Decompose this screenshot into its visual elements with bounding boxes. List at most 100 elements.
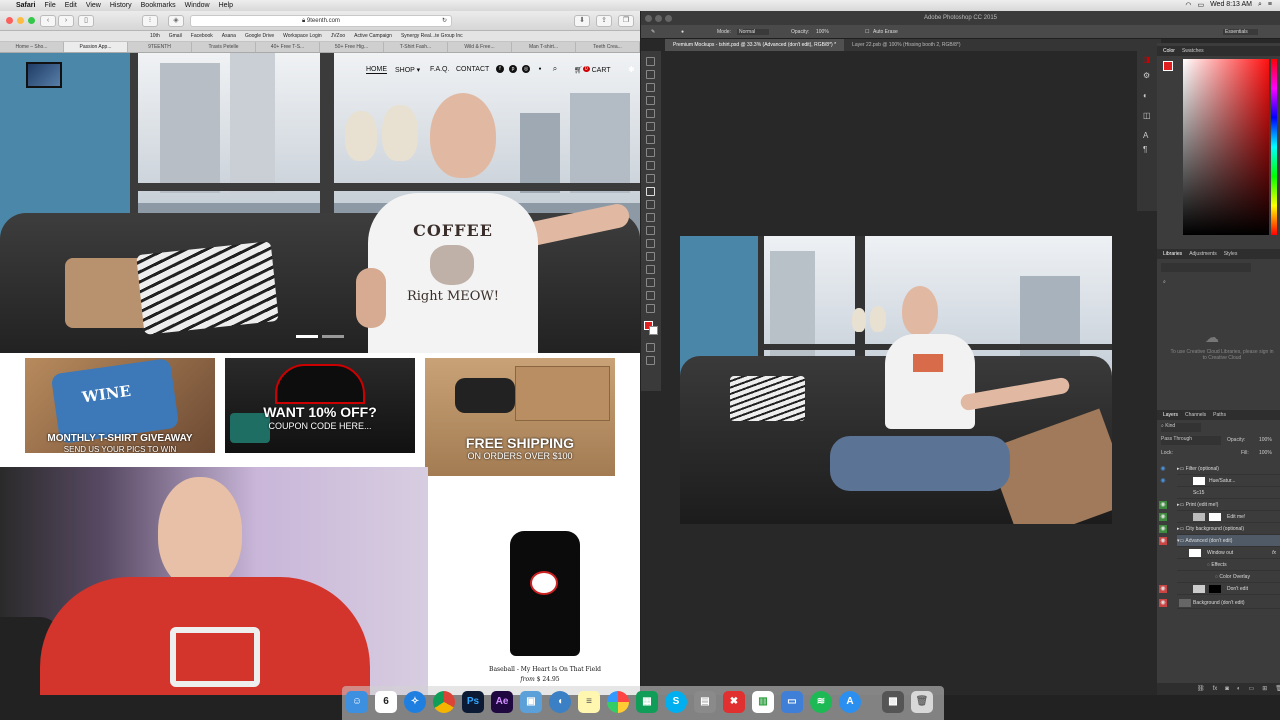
channels-icon[interactable]: ◫ bbox=[1143, 111, 1151, 120]
stamp-tool-icon[interactable] bbox=[646, 161, 655, 170]
opacity-value[interactable]: 100% bbox=[1259, 437, 1272, 443]
menu-bookmarks[interactable]: Bookmarks bbox=[141, 2, 176, 9]
eraser-tool-icon[interactable]: ✎ bbox=[651, 29, 655, 35]
menu-app[interactable]: Safari bbox=[16, 2, 35, 9]
xmind-icon[interactable]: ✖ bbox=[723, 691, 745, 713]
photoshop-icon[interactable]: Ps bbox=[462, 691, 484, 713]
safari-icon[interactable]: ✧ bbox=[404, 691, 426, 713]
zoom-tool-icon[interactable] bbox=[646, 304, 655, 313]
layer-row[interactable]: ◉ Background (don't edit) bbox=[1159, 597, 1280, 609]
shield-icon[interactable]: ◈ bbox=[168, 15, 184, 27]
calendar-icon[interactable]: 6 bbox=[375, 691, 397, 713]
checkbox-icon[interactable]: ☐ bbox=[865, 29, 869, 35]
favorite-link[interactable]: 10th bbox=[150, 33, 160, 39]
mask-icon[interactable]: ◙ bbox=[1225, 683, 1229, 695]
search-icon[interactable]: ⌕ bbox=[551, 65, 559, 73]
layer-row[interactable]: ◉ Don't edit bbox=[1159, 583, 1280, 595]
menu-help[interactable]: Help bbox=[219, 2, 233, 9]
workspace-select[interactable]: Essentials bbox=[1223, 29, 1258, 35]
spotify-icon[interactable]: ≋ bbox=[810, 691, 832, 713]
character-icon[interactable]: A bbox=[1143, 131, 1148, 140]
marquee-tool-icon[interactable] bbox=[646, 70, 655, 79]
after-effects-icon[interactable]: Ae bbox=[491, 691, 513, 713]
move-tool-icon[interactable] bbox=[646, 57, 655, 66]
forward-icon[interactable]: › bbox=[58, 15, 74, 27]
clock[interactable]: Wed 8:13 AM bbox=[1210, 1, 1252, 9]
menu-window[interactable]: Window bbox=[185, 2, 210, 9]
crop-tool-icon[interactable] bbox=[646, 109, 655, 118]
address-bar[interactable]: 🔒︎ 9teenth.com ↻ bbox=[190, 15, 452, 27]
eye-icon[interactable]: ◉ bbox=[1159, 537, 1167, 545]
favorite-link[interactable]: Gmail bbox=[169, 33, 182, 39]
favorite-link[interactable]: Facebook bbox=[191, 33, 213, 39]
eye-icon[interactable]: ◉ bbox=[1159, 501, 1167, 509]
eye-icon[interactable]: ◉ bbox=[1159, 585, 1167, 593]
path-select-tool-icon[interactable] bbox=[646, 265, 655, 274]
new-layer-icon[interactable]: ⊞ bbox=[1262, 683, 1267, 695]
zoom-button[interactable] bbox=[665, 15, 672, 22]
screen-mode-icon[interactable] bbox=[646, 356, 655, 365]
eye-icon[interactable]: ◉ bbox=[1159, 525, 1167, 533]
facebook-icon[interactable]: f bbox=[496, 65, 504, 73]
favorite-link[interactable]: Active Campaign bbox=[354, 33, 392, 39]
extensions-icon[interactable]: ⁝ bbox=[142, 15, 158, 27]
wifi-icon[interactable]: ◠ bbox=[1185, 1, 1191, 9]
browser-tab[interactable]: Home – Sho... bbox=[0, 42, 64, 52]
minimize-button[interactable] bbox=[655, 15, 662, 22]
minimize-button[interactable] bbox=[17, 17, 24, 24]
scripts-icon[interactable]: ▤ bbox=[694, 691, 716, 713]
browser-tab[interactable]: Travis Petelle bbox=[192, 42, 256, 52]
promo-shipping[interactable]: FREE SHIPPING ON ORDERS OVER $100 bbox=[425, 358, 615, 478]
promo-giveaway[interactable]: WINE MONTHLY T-SHIRT GIVEAWAY SEND US YO… bbox=[25, 358, 215, 453]
tank-top-image[interactable] bbox=[510, 531, 580, 656]
tab-adjustments[interactable]: Adjustments bbox=[1189, 249, 1217, 259]
photos-icon[interactable] bbox=[607, 691, 629, 713]
trash-icon[interactable]: 🗑︎ bbox=[911, 691, 933, 713]
tab-channels[interactable]: Channels bbox=[1185, 410, 1206, 420]
blur-tool-icon[interactable] bbox=[646, 213, 655, 222]
healing-tool-icon[interactable] bbox=[646, 135, 655, 144]
color-field[interactable] bbox=[1183, 59, 1269, 235]
chrome-icon[interactable] bbox=[433, 691, 455, 713]
fx-badge[interactable]: fx bbox=[1272, 547, 1276, 559]
menu-file[interactable]: File bbox=[44, 2, 55, 9]
layer-row[interactable]: ◉ ▸▭ City background (optional) bbox=[1159, 523, 1280, 535]
layer-row[interactable]: ◉ ▸▭ Print (edit me!) bbox=[1159, 499, 1280, 511]
cart-button[interactable]: 🛒︎ 0 CART bbox=[574, 66, 611, 74]
sequel-icon[interactable]: ◖ bbox=[549, 691, 571, 713]
browser-tab[interactable]: T-Shirt Fash... bbox=[384, 42, 448, 52]
document-canvas[interactable] bbox=[680, 236, 1112, 524]
browser-tab[interactable]: 9TEENTH bbox=[128, 42, 192, 52]
opacity-value[interactable]: 100% bbox=[816, 29, 829, 35]
document-tab[interactable]: Layer 22.psb @ 100% (Hissing booth 2, RG… bbox=[844, 39, 968, 51]
browser-tab[interactable]: 50+ Free Hig... bbox=[320, 42, 384, 52]
layer-row[interactable]: ◉ Hue/Satur... bbox=[1160, 475, 1280, 487]
pen-tool-icon[interactable] bbox=[646, 239, 655, 248]
preview-icon[interactable]: ▣ bbox=[520, 691, 542, 713]
link-icon[interactable]: ⛓ bbox=[1197, 683, 1205, 695]
account-icon[interactable]: ● bbox=[536, 65, 544, 73]
adjust-icon[interactable]: ◐ bbox=[1143, 91, 1148, 100]
instagram-icon[interactable]: ◎ bbox=[522, 65, 530, 73]
eye-icon[interactable]: ◉ bbox=[1159, 465, 1167, 473]
adjustment-icon[interactable]: ◐ bbox=[1237, 683, 1241, 695]
share-icon[interactable]: ⇪ bbox=[596, 15, 612, 27]
gradient-tool-icon[interactable] bbox=[646, 200, 655, 209]
lasso-tool-icon[interactable] bbox=[646, 83, 655, 92]
properties-icon[interactable]: ⚙ bbox=[1143, 71, 1150, 80]
hue-slider[interactable] bbox=[1271, 59, 1277, 235]
zoom-button[interactable] bbox=[28, 17, 35, 24]
skype-icon[interactable]: S bbox=[665, 691, 687, 713]
layer-row[interactable]: ◌ Color Overlay bbox=[1177, 571, 1280, 583]
tab-paths[interactable]: Paths bbox=[1213, 410, 1226, 420]
search-icon[interactable]: ⌕ bbox=[1163, 279, 1166, 285]
kind-filter[interactable]: ⌕ Kind bbox=[1161, 423, 1201, 432]
eraser-tool-icon[interactable] bbox=[646, 187, 655, 196]
app-store-icon[interactable]: A bbox=[839, 691, 861, 713]
auto-erase-label[interactable]: Auto Erase bbox=[873, 29, 898, 35]
eye-icon[interactable]: ◉ bbox=[1159, 599, 1167, 607]
browser-tab[interactable]: 40+ Free T-S... bbox=[256, 42, 320, 52]
back-icon[interactable]: ‹ bbox=[40, 15, 56, 27]
search-icon[interactable]: ⌕ bbox=[1258, 1, 1262, 9]
browser-tab[interactable]: Wild & Free... bbox=[448, 42, 512, 52]
